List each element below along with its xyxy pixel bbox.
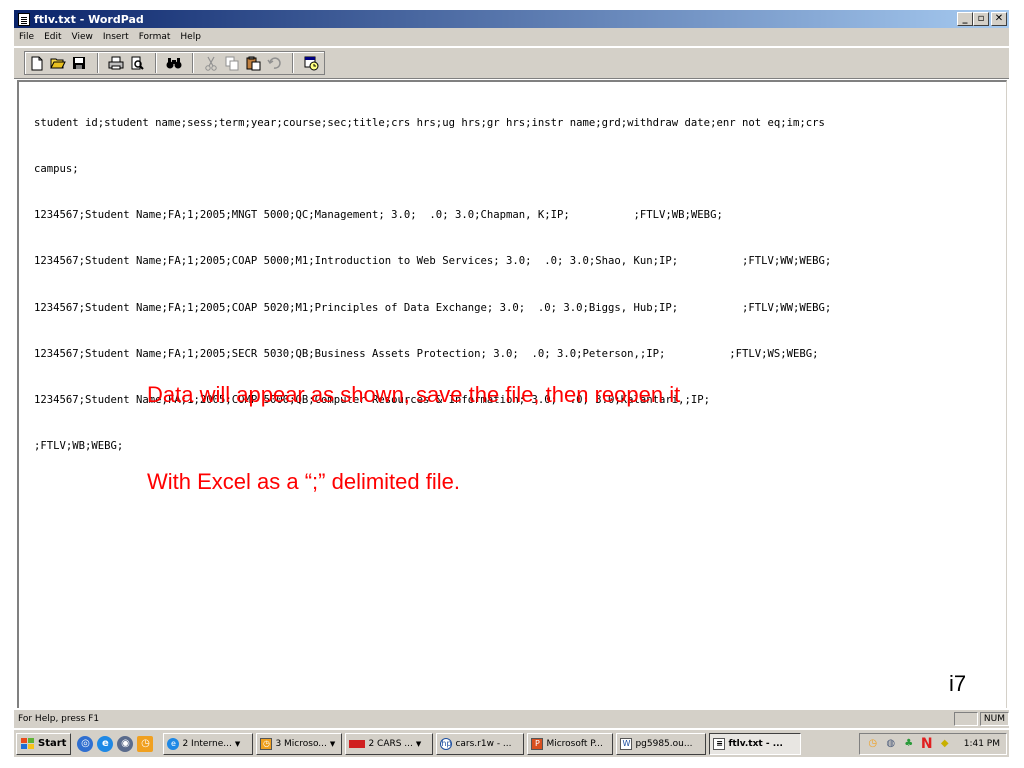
menu-bar: File Edit View Insert Format Help: [14, 28, 1009, 46]
wordpad-icon[interactable]: [18, 12, 30, 26]
status-help-text: For Help, press F1: [18, 714, 100, 724]
text-line: student id;student name;sess;term;year;c…: [34, 116, 825, 129]
chevron-down-icon: ▼: [329, 739, 336, 748]
cars-icon: [349, 739, 366, 748]
menu-format[interactable]: Format: [134, 32, 176, 42]
num-lock-indicator: NUM: [979, 712, 1009, 726]
task-cars-r1w[interactable]: hp cars.r1w - ...: [436, 732, 525, 755]
status-panel-empty: [953, 712, 978, 726]
task-pg5985[interactable]: W pg5985.ou...: [616, 732, 707, 755]
internet-explorer-icon[interactable]: e: [97, 735, 114, 752]
task-label: 3 Microso...: [275, 738, 327, 749]
outlook-tray-icon[interactable]: ◷: [866, 737, 880, 751]
toolbar-frame: [24, 51, 325, 75]
clock[interactable]: 1:41 PM: [964, 739, 1000, 749]
task-label: ftlv.txt - ...: [728, 738, 783, 749]
windows-logo-icon: [21, 737, 35, 750]
desktop-icon[interactable]: ◎: [77, 735, 94, 752]
task-internet-explorer[interactable]: e 2 Interne... ▼: [163, 732, 254, 755]
screen-edge: [1009, 10, 1024, 768]
powerpoint-icon: P: [531, 737, 544, 750]
minimize-button[interactable]: _: [957, 12, 973, 26]
toolbar-separator: [155, 53, 157, 73]
open-icon[interactable]: [48, 54, 68, 73]
norton-tray-icon[interactable]: N: [920, 736, 934, 752]
status-bar: For Help, press F1 NUM: [14, 710, 1009, 728]
task-label: Microsoft P...: [546, 738, 603, 749]
task-cars[interactable]: 2 CARS ... ▼: [345, 732, 434, 755]
menu-edit[interactable]: Edit: [39, 32, 66, 42]
document-icon: W: [620, 737, 633, 750]
maximize-button[interactable]: ▫: [973, 12, 989, 26]
note-line-1: Data will appear as shown, save the file…: [147, 382, 681, 407]
toolbar-separator: [97, 53, 99, 73]
task-microsoft[interactable]: ◷ 3 Microso... ▼: [256, 732, 343, 755]
chevron-down-icon: ▼: [234, 739, 241, 748]
wordpad-icon: ≡: [713, 737, 726, 750]
ie-icon: e: [167, 737, 180, 750]
start-button[interactable]: Start: [16, 732, 72, 755]
toolbar: [14, 47, 1009, 79]
instruction-note: Data will appear as shown, save the file…: [147, 322, 680, 554]
system-tray: ◷ ◍ ♣ N ◆ 1:41 PM: [858, 732, 1007, 755]
start-label: Start: [38, 738, 67, 749]
task-label: 2 CARS ...: [368, 738, 413, 749]
outlook-icon: ◷: [260, 737, 273, 750]
find-icon[interactable]: [164, 54, 184, 73]
menu-view[interactable]: View: [67, 32, 98, 42]
task-label: 2 Interne...: [182, 738, 232, 749]
print-icon[interactable]: [106, 54, 126, 73]
chevron-down-icon: ▼: [415, 739, 422, 748]
menu-file[interactable]: File: [14, 32, 39, 42]
task-wordpad[interactable]: ≡ ftlv.txt - ...: [709, 732, 802, 755]
text-line: 1234567;Student Name;FA;1;2005;MNGT 5000…: [34, 209, 723, 222]
cut-icon[interactable]: [201, 54, 221, 73]
network-tray-icon[interactable]: ♣: [902, 737, 916, 751]
media-icon[interactable]: ◉: [117, 735, 134, 752]
outlook-icon[interactable]: ◷: [137, 735, 154, 752]
quick-launch: ◎ e ◉ ◷: [77, 735, 154, 752]
hp-icon: hp: [440, 737, 453, 750]
title-bar[interactable]: ftlv.txt - WordPad _ ▫ ✕: [14, 10, 1009, 28]
antivirus-tray-icon[interactable]: ◆: [938, 737, 952, 751]
task-label: pg5985.ou...: [635, 738, 693, 749]
print-preview-icon[interactable]: [127, 54, 147, 73]
task-list: e 2 Interne... ▼ ◷ 3 Microso... ▼ 2 CARS…: [163, 732, 802, 755]
toolbar-separator: [192, 53, 194, 73]
note-line-2: With Excel as a “;” delimited file.: [147, 469, 460, 494]
menu-help[interactable]: Help: [175, 32, 206, 42]
paste-icon[interactable]: [243, 54, 263, 73]
wordpad-window: ftlv.txt - WordPad _ ▫ ✕ File Edit View …: [0, 0, 1024, 768]
new-icon[interactable]: [27, 54, 47, 73]
text-line: 1234567;Student Name;FA;1;2005;COAP 5000…: [34, 255, 832, 268]
toolbar-separator: [292, 53, 294, 73]
copy-icon[interactable]: [222, 54, 242, 73]
task-powerpoint[interactable]: P Microsoft P...: [527, 732, 614, 755]
text-line: 1234567;Student Name;FA;1;2005;COAP 5020…: [34, 301, 832, 314]
document-area[interactable]: student id;student name;sess;term;year;c…: [17, 80, 1007, 708]
window-title: ftlv.txt - WordPad: [34, 12, 144, 26]
date-time-icon[interactable]: [301, 54, 321, 73]
menu-insert[interactable]: Insert: [98, 32, 134, 42]
task-label: cars.r1w - ...: [455, 738, 512, 749]
slide-number: i7: [949, 671, 967, 696]
undo-icon[interactable]: [264, 54, 284, 73]
close-button[interactable]: ✕: [991, 12, 1007, 26]
save-icon[interactable]: [69, 54, 89, 73]
text-line: campus;: [34, 163, 79, 176]
globe-tray-icon[interactable]: ◍: [884, 737, 898, 751]
taskbar: Start ◎ e ◉ ◷ e 2 Interne... ▼ ◷ 3 Micro…: [14, 729, 1009, 757]
